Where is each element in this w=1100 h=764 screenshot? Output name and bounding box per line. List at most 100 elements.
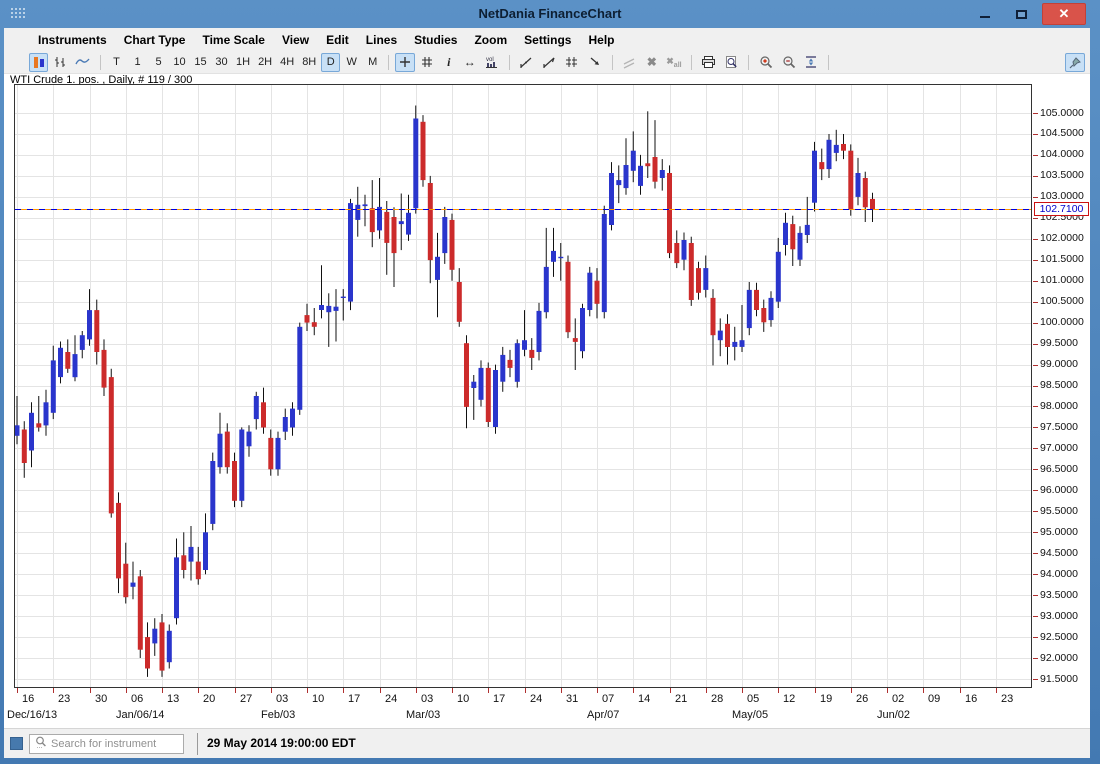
volume-icon[interactable]: vol (481, 53, 503, 72)
price-label: 102.0000 (1040, 232, 1084, 244)
date-tick (525, 688, 526, 693)
month-label: Feb/03 (261, 709, 295, 721)
date-tick (271, 688, 272, 693)
pan-icon[interactable]: ↔ (460, 53, 479, 72)
menu-zoom[interactable]: Zoom (474, 33, 507, 47)
remove-lines-icon[interactable] (619, 53, 640, 72)
timeframe-button-m[interactable]: M (363, 53, 382, 72)
print-preview-icon[interactable] (721, 53, 742, 72)
menu-edit[interactable]: Edit (326, 33, 349, 47)
price-axis: 105.0000104.5000104.0000103.5000103.0000… (1032, 28, 1090, 758)
date-label: 19 (820, 693, 832, 705)
price-tick (1033, 532, 1038, 533)
price-label: 98.5000 (1040, 379, 1078, 391)
zoom-out-icon[interactable] (778, 53, 799, 72)
price-label: 93.0000 (1040, 610, 1078, 622)
menu-view[interactable]: View (282, 33, 309, 47)
app-window: NetDania FinanceChart ✕ Instruments Char… (0, 0, 1100, 764)
trend-line-icon[interactable] (516, 53, 537, 72)
ray-icon[interactable] (585, 53, 606, 72)
toolbar-separator (509, 55, 510, 70)
menu-chart-type[interactable]: Chart Type (124, 33, 186, 47)
month-label: May/05 (732, 709, 768, 721)
date-label: 28 (711, 693, 723, 705)
menu-studies[interactable]: Studies (414, 33, 457, 47)
status-bar: 29 May 2014 19:00:00 EDT (4, 728, 1090, 758)
title-bar[interactable]: NetDania FinanceChart ✕ (0, 0, 1100, 28)
svg-text:vol: vol (486, 57, 494, 63)
date-tick (488, 688, 489, 693)
info-icon[interactable]: i (439, 53, 458, 72)
timeframe-button-w[interactable]: W (342, 53, 361, 72)
search-input[interactable] (51, 738, 171, 750)
date-label: 23 (1001, 693, 1013, 705)
month-label: Jan/06/14 (116, 709, 164, 721)
price-tick (1033, 176, 1038, 177)
toolbar-separator (691, 55, 692, 70)
candlestick-chart-icon[interactable] (29, 53, 48, 72)
current-price-badge: 102.7100 (1034, 202, 1089, 216)
minimize-button[interactable] (970, 4, 1000, 25)
price-tick (1033, 281, 1038, 282)
price-label: 98.0000 (1040, 400, 1078, 412)
menu-bar: Instruments Chart Type Time Scale View E… (4, 28, 1090, 51)
timeframe-button-1h[interactable]: 1H (233, 53, 253, 72)
price-tick (1033, 658, 1038, 659)
chart-plot-area[interactable] (14, 84, 1032, 688)
timeframe-button-10[interactable]: 10 (170, 53, 189, 72)
zoom-in-icon[interactable] (755, 53, 776, 72)
ohlc-bars-icon[interactable] (50, 53, 70, 72)
date-label: 17 (348, 693, 360, 705)
print-icon[interactable] (698, 53, 719, 72)
timeframe-button-5[interactable]: 5 (149, 53, 168, 72)
minimize-icon (980, 16, 990, 18)
price-label: 94.0000 (1040, 568, 1078, 580)
fit-vertical-icon[interactable] (801, 53, 822, 72)
price-tick (1033, 637, 1038, 638)
date-label: 30 (95, 693, 107, 705)
timeframe-button-4h[interactable]: 4H (277, 53, 297, 72)
price-tick (1033, 406, 1038, 407)
price-tick (1033, 197, 1038, 198)
timeframe-button-8h[interactable]: 8H (299, 53, 319, 72)
trend-line-angle-icon[interactable] (539, 53, 560, 72)
timeframe-button-2h[interactable]: 2H (255, 53, 275, 72)
price-label: 95.0000 (1040, 526, 1078, 538)
price-tick (1033, 427, 1038, 428)
timeframe-button-15[interactable]: 15 (191, 53, 210, 72)
delete-line-icon[interactable]: ✖ (642, 53, 661, 72)
timeframe-button-d[interactable]: D (321, 53, 340, 72)
delete-all-icon[interactable]: ✖all (663, 53, 684, 72)
date-tick (778, 688, 779, 693)
menu-instruments[interactable]: Instruments (38, 33, 107, 47)
price-label: 92.0000 (1040, 652, 1078, 664)
crosshair-icon[interactable] (395, 53, 415, 72)
instrument-search-box[interactable] (29, 734, 184, 754)
parallel-lines-icon[interactable] (562, 53, 583, 72)
search-icon (34, 735, 48, 754)
menu-lines[interactable]: Lines (366, 33, 397, 47)
timeframe-button-t[interactable]: T (107, 53, 126, 72)
maximize-button[interactable] (1006, 4, 1036, 25)
price-tick (1033, 679, 1038, 680)
price-tick (1033, 490, 1038, 491)
price-label: 103.0000 (1040, 190, 1084, 202)
line-chart-icon[interactable] (72, 53, 94, 72)
timeframe-button-1[interactable]: 1 (128, 53, 147, 72)
date-tick (996, 688, 997, 693)
price-label: 103.5000 (1040, 169, 1084, 181)
date-tick (597, 688, 598, 693)
close-button[interactable]: ✕ (1042, 3, 1086, 25)
date-tick (452, 688, 453, 693)
grid-icon[interactable] (417, 53, 437, 72)
menu-settings[interactable]: Settings (524, 33, 571, 47)
price-tick (1033, 553, 1038, 554)
price-tick (1033, 218, 1038, 219)
timeframe-button-30[interactable]: 30 (212, 53, 231, 72)
price-label: 100.0000 (1040, 316, 1084, 328)
menu-time-scale[interactable]: Time Scale (202, 33, 264, 47)
menu-help[interactable]: Help (588, 33, 614, 47)
price-label: 97.0000 (1040, 442, 1078, 454)
price-label: 92.5000 (1040, 631, 1078, 643)
date-label: 27 (240, 693, 252, 705)
